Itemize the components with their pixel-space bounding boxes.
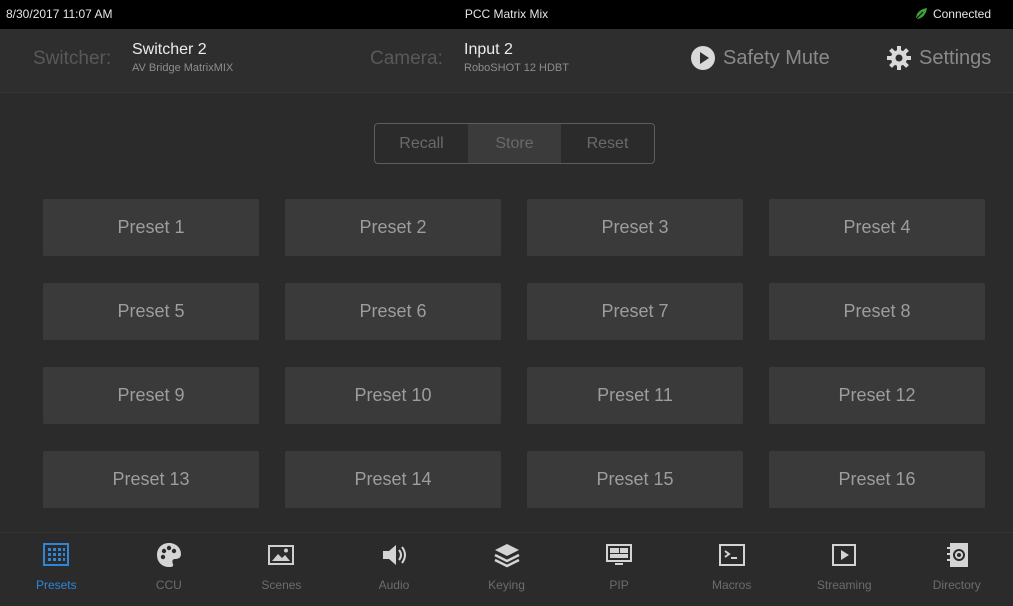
store-button[interactable]: Store [468, 124, 561, 163]
settings-label: Settings [919, 46, 992, 69]
gear-icon [887, 46, 911, 70]
camera-label: Camera: [370, 48, 443, 69]
preset-button-16[interactable]: Preset 16 [769, 451, 985, 508]
pip-icon [606, 544, 633, 565]
app-title: PCC Matrix Mix [464, 7, 549, 21]
connection-status: Connected [914, 7, 991, 21]
preset-grid: Preset 1 Preset 2 Preset 3 Preset 4 Pres… [43, 199, 985, 509]
nav-streaming[interactable]: Streaming [788, 533, 901, 606]
nav-label-presets: Presets [35, 578, 77, 592]
preset-button-8[interactable]: Preset 8 [769, 283, 985, 340]
preset-button-2[interactable]: Preset 2 [285, 199, 501, 256]
recall-button[interactable]: Recall [375, 124, 468, 163]
status-bar: 8/30/2017 11:07 AM PCC Matrix Mix Connec… [0, 0, 1013, 29]
camera-input[interactable]: Input 2 [464, 41, 513, 59]
preset-button-12[interactable]: Preset 12 [769, 367, 985, 424]
nav-audio[interactable]: Audio [338, 533, 451, 606]
layers-icon [493, 544, 520, 568]
safety-mute-label: Safety Mute [723, 46, 830, 69]
nav-label-streaming: Streaming [816, 578, 872, 592]
nav-presets[interactable]: Presets [0, 533, 113, 606]
nav-label-macros: Macros [711, 578, 752, 592]
mode-selector: Recall Store Reset [374, 123, 655, 164]
terminal-icon [718, 544, 745, 566]
nav-directory[interactable]: Directory [901, 533, 1013, 606]
palette-icon [156, 543, 181, 567]
preset-button-3[interactable]: Preset 3 [527, 199, 743, 256]
switcher-model: AV Bridge MatrixMIX [132, 62, 234, 74]
nav-keying[interactable]: Keying [450, 533, 563, 606]
preset-button-5[interactable]: Preset 5 [43, 283, 259, 340]
image-icon [268, 545, 295, 565]
preset-button-1[interactable]: Preset 1 [43, 199, 259, 256]
preset-button-15[interactable]: Preset 15 [527, 451, 743, 508]
header-bar: Switcher: Switcher 2 AV Bridge MatrixMIX… [0, 29, 1013, 93]
grid-icon [43, 543, 70, 566]
leaf-icon [915, 8, 927, 20]
preset-button-4[interactable]: Preset 4 [769, 199, 985, 256]
connection-label: Connected [932, 7, 991, 21]
contacts-icon [946, 543, 968, 567]
nav-ccu[interactable]: CCU [113, 533, 226, 606]
nav-label-scenes: Scenes [261, 578, 302, 592]
preset-button-7[interactable]: Preset 7 [527, 283, 743, 340]
preset-button-10[interactable]: Preset 10 [285, 367, 501, 424]
play-box-icon [832, 544, 857, 566]
safety-mute-button[interactable]: Safety Mute [690, 45, 830, 71]
nav-label-keying: Keying [488, 578, 525, 592]
nav-label-ccu: CCU [155, 578, 182, 592]
nav-scenes[interactable]: Scenes [225, 533, 338, 606]
switcher-name[interactable]: Switcher 2 [132, 41, 207, 59]
nav-label-audio: Audio [378, 578, 410, 592]
speaker-icon [382, 545, 406, 565]
preset-button-6[interactable]: Preset 6 [285, 283, 501, 340]
switcher-label: Switcher: [33, 48, 112, 69]
nav-pip[interactable]: PIP [563, 533, 676, 606]
preset-button-14[interactable]: Preset 14 [285, 451, 501, 508]
camera-model: RoboSHOT 12 HDBT [464, 62, 569, 74]
nav-macros[interactable]: Macros [675, 533, 788, 606]
preset-button-9[interactable]: Preset 9 [43, 367, 259, 424]
settings-button[interactable]: Settings [886, 45, 991, 71]
nav-label-pip: PIP [609, 578, 629, 592]
preset-button-13[interactable]: Preset 13 [43, 451, 259, 508]
bottom-nav: Presets CCU Scenes Audio Keying PIP Macr… [0, 532, 1013, 606]
reset-button[interactable]: Reset [561, 124, 654, 163]
nav-label-directory: Directory [932, 578, 981, 592]
play-circle-icon [691, 46, 715, 70]
preset-button-11[interactable]: Preset 11 [527, 367, 743, 424]
